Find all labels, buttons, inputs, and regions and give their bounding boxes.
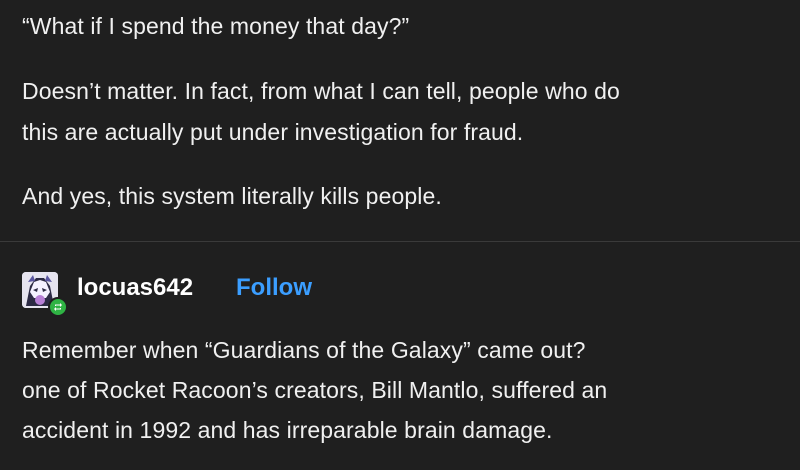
reblog-line-3: accident in 1992 and has irreparable bra… — [22, 417, 553, 443]
body-line-3: And yes, this system literally kills peo… — [22, 183, 442, 209]
follow-button[interactable]: Follow — [236, 272, 312, 304]
reblog-line-2: one of Rocket Racoon’s creators, Bill Ma… — [22, 377, 608, 403]
reblog-line-1: Remember when “Guardians of the Galaxy” … — [22, 337, 586, 363]
body-line-2: this are actually put under investigatio… — [22, 119, 524, 145]
reblog-icon — [48, 297, 68, 317]
post-divider — [0, 241, 800, 242]
username-link[interactable]: locuas642 — [77, 272, 193, 304]
quote-line: “What if I spend the money that day?” — [22, 13, 410, 39]
body-line-1: Doesn’t matter. In fact, from what I can… — [22, 78, 620, 104]
user-avatar[interactable] — [22, 272, 68, 317]
